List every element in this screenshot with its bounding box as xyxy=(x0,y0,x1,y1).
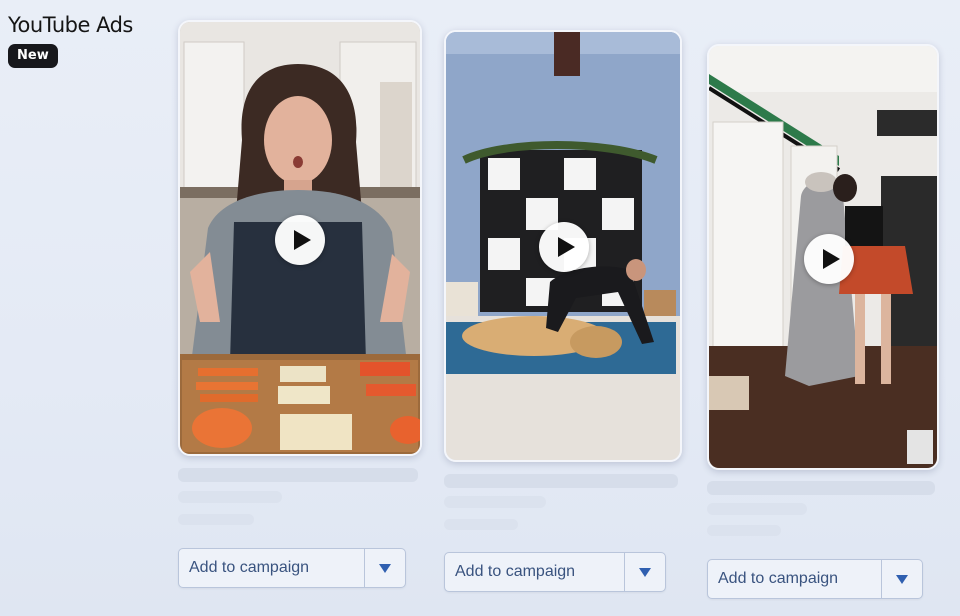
skeleton-meta-line xyxy=(444,519,518,530)
skeleton-subtitle-line xyxy=(707,503,807,515)
add-to-campaign-control: Add to campaign xyxy=(178,548,406,588)
video-thumbnail-cooking[interactable] xyxy=(178,20,422,456)
skeleton-meta-line xyxy=(707,525,781,536)
skeleton-subtitle-line xyxy=(444,496,546,508)
chevron-down-icon xyxy=(379,563,391,573)
skeleton-title-line xyxy=(444,474,678,488)
brand-header: YouTube Ads New xyxy=(8,12,133,68)
skeleton-meta-line xyxy=(178,514,254,525)
add-to-campaign-button[interactable]: Add to campaign xyxy=(179,549,365,587)
app-title: YouTube Ads xyxy=(8,13,133,37)
skeleton-title-line xyxy=(178,468,418,482)
video-thumbnail-yoga[interactable] xyxy=(444,30,682,462)
play-button[interactable] xyxy=(539,222,589,272)
chevron-down-icon xyxy=(639,567,651,577)
add-to-campaign-control: Add to campaign xyxy=(707,559,923,599)
skeleton-subtitle-line xyxy=(178,491,282,503)
play-button[interactable] xyxy=(804,234,854,284)
play-icon xyxy=(294,230,311,250)
play-button[interactable] xyxy=(275,215,325,265)
add-to-campaign-button[interactable]: Add to campaign xyxy=(445,553,625,591)
add-to-campaign-control: Add to campaign xyxy=(444,552,666,592)
play-icon xyxy=(823,249,840,269)
skeleton-title-line xyxy=(707,481,935,495)
new-badge: New xyxy=(8,44,58,68)
campaign-dropdown-button[interactable] xyxy=(365,549,405,587)
chevron-down-icon xyxy=(896,574,908,584)
add-to-campaign-button[interactable]: Add to campaign xyxy=(708,560,882,598)
campaign-dropdown-button[interactable] xyxy=(882,560,922,598)
play-icon xyxy=(558,237,575,257)
video-thumbnail-tailor[interactable] xyxy=(707,44,939,470)
campaign-dropdown-button[interactable] xyxy=(625,553,665,591)
